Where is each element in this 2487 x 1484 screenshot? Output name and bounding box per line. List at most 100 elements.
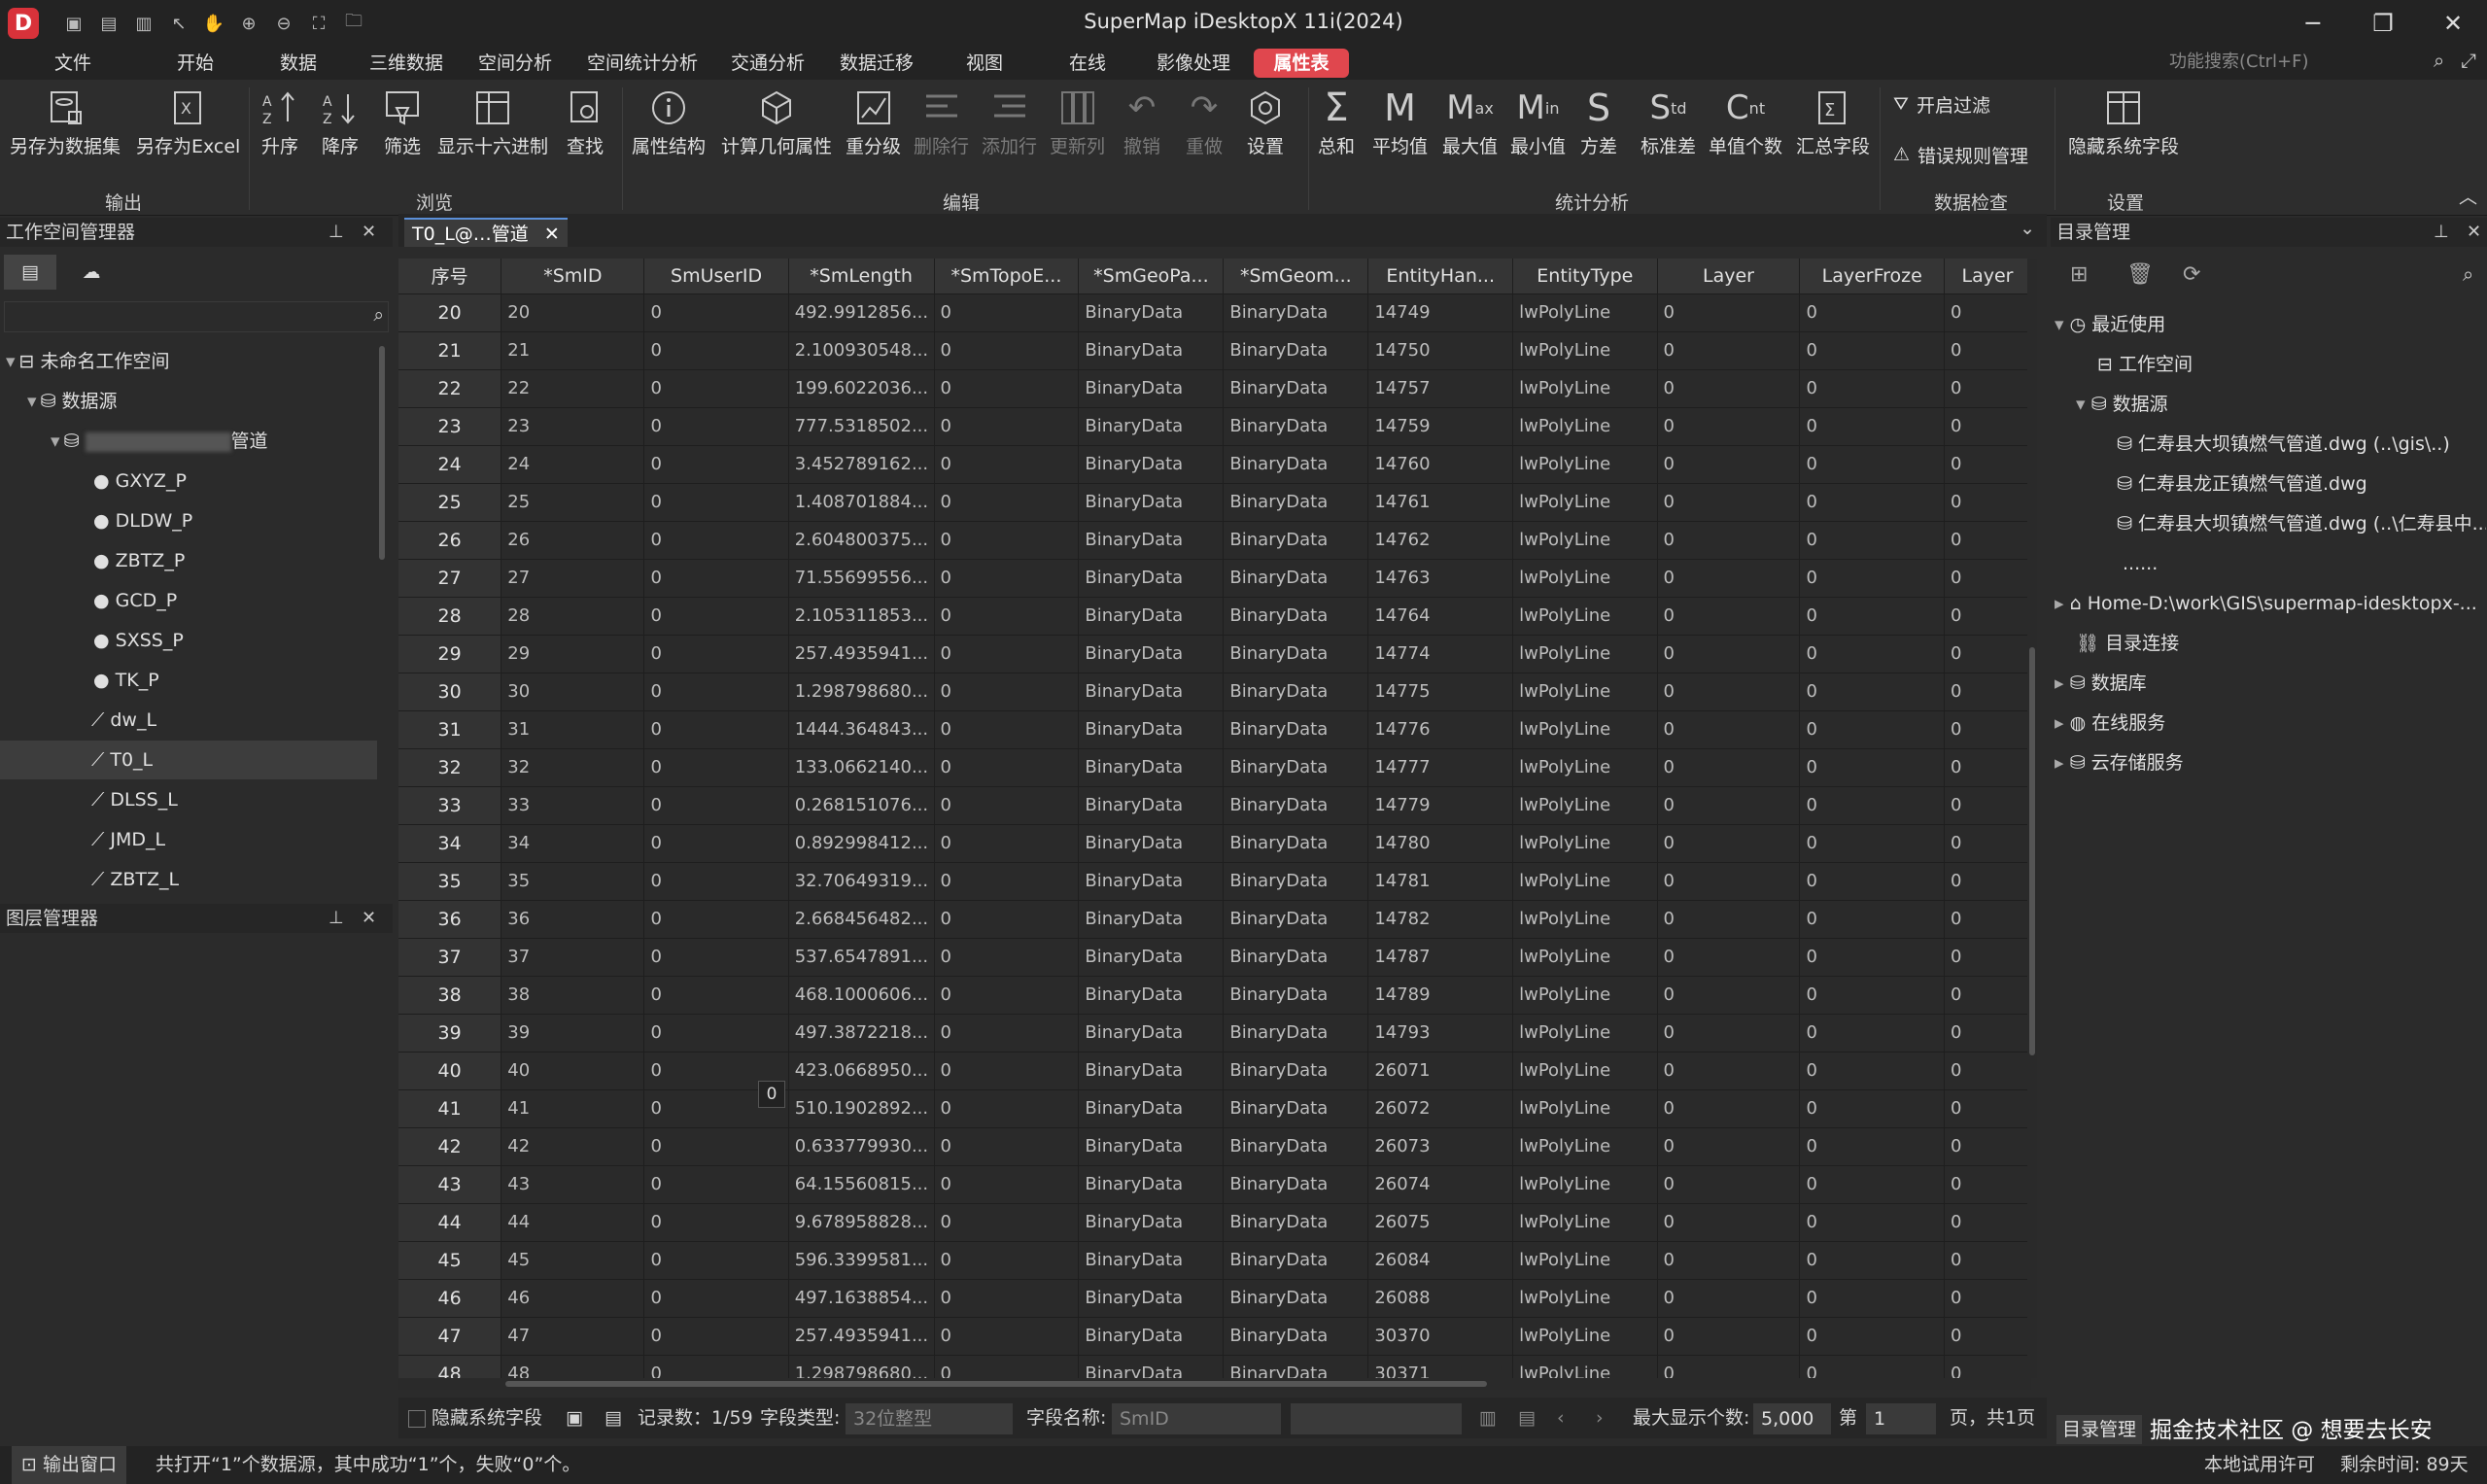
table-cell[interactable]: BinaryData [1223, 976, 1369, 1015]
summary-field-button[interactable]: Σ 汇总字段 [1796, 84, 1870, 171]
table-cell[interactable]: 0 [643, 597, 789, 636]
table-cell[interactable]: 30370 [1367, 1317, 1514, 1356]
zoom-in-icon[interactable]: ⊕ [235, 10, 262, 37]
table-cell[interactable]: 14781 [1367, 862, 1514, 901]
table-cell[interactable]: 35 [501, 862, 645, 901]
save-as-excel-button[interactable]: X 另存为Excel [136, 84, 240, 171]
table-cell[interactable]: 0 [934, 483, 1080, 522]
table-cell[interactable]: 41 [501, 1089, 645, 1128]
table-cell[interactable]: 14760 [1367, 445, 1514, 484]
table-cell[interactable]: 2.100930548... [788, 331, 935, 370]
menu-spatial-analysis[interactable]: 空间分析 [468, 49, 562, 78]
table-cell[interactable]: 0 [1657, 445, 1801, 484]
catalog-home[interactable]: ▸ ⌂ Home-D:\work\GIS\supermap-idesktopx-… [2055, 584, 2482, 623]
field-name-field[interactable]: SmID [1112, 1403, 1281, 1434]
table-cell[interactable]: 0 [934, 1089, 1080, 1128]
pin-icon[interactable]: ⊥ [2434, 218, 2449, 247]
save-as-dataset-button[interactable]: 另存为数据集 [10, 84, 121, 171]
table-cell[interactable]: 26072 [1367, 1089, 1514, 1128]
save-icon[interactable]: ▣ [60, 10, 87, 37]
table-cell[interactable]: lwPolyLine [1512, 483, 1658, 522]
table-row[interactable]: 31 31 0 1444.364843... 0 BinaryData BinaryData… [398, 710, 2031, 749]
table-cell[interactable]: 0 [1944, 483, 2031, 522]
table-row[interactable]: 25 25 0 1.408701884... 0 BinaryData BinaryData… [398, 483, 2031, 522]
table-cell[interactable]: BinaryData [1223, 293, 1369, 332]
table-cell[interactable]: 14787 [1367, 938, 1514, 977]
row-number-cell[interactable]: 23 [398, 407, 502, 446]
table-cell[interactable]: 26084 [1367, 1241, 1514, 1280]
table-cell[interactable]: 0 [1944, 673, 2031, 711]
table-cell[interactable]: 0 [1799, 1052, 1946, 1090]
close-icon[interactable]: ✕ [362, 218, 376, 247]
table-cell[interactable]: 71.55699556... [788, 559, 935, 598]
table-row[interactable]: 43 43 0 64.15560815... 0 BinaryData BinaryData… [398, 1165, 2031, 1204]
table-cell[interactable]: 0 [1944, 521, 2031, 560]
undo-button[interactable]: ↶ 撤销 [1123, 84, 1160, 171]
select-icon[interactable]: ↖ [165, 10, 192, 37]
expand-icon[interactable]: ⤢ [2461, 49, 2476, 72]
table-cell[interactable]: 0 [1657, 1052, 1801, 1090]
table-cell[interactable]: 14763 [1367, 559, 1514, 598]
table-cell[interactable]: 0 [643, 1317, 789, 1356]
table-cell[interactable]: 0 [934, 1203, 1080, 1242]
table-cell[interactable]: 0 [934, 635, 1080, 673]
table-cell[interactable]: BinaryData [1078, 938, 1225, 977]
max-button[interactable]: Max 最大值 [1442, 84, 1498, 171]
table-cell[interactable]: 0 [1799, 748, 1946, 787]
table-cell[interactable]: 0 [1944, 1089, 2031, 1128]
table-cell[interactable]: 0 [934, 1014, 1080, 1053]
table-cell[interactable]: 20 [501, 293, 645, 332]
row-number-cell[interactable]: 22 [398, 369, 502, 408]
table-cell[interactable]: 0 [1657, 1203, 1801, 1242]
table-cell[interactable]: 0 [1799, 445, 1946, 484]
table-cell[interactable]: 0 [643, 1203, 789, 1242]
column-header[interactable]: Layer [1944, 259, 2031, 294]
table-cell[interactable]: 26075 [1367, 1203, 1514, 1242]
table-cell[interactable]: 1.408701884... [788, 483, 935, 522]
minimize-icon[interactable]: ─ [2282, 4, 2344, 43]
table-cell[interactable]: 43 [501, 1165, 645, 1204]
table-cell[interactable]: 0 [934, 1317, 1080, 1356]
tree-dataset-line[interactable]: ⟋ ZBTZ_L [91, 860, 179, 896]
table-cell[interactable]: 23 [501, 407, 645, 446]
table-cell[interactable]: 0 [1799, 1165, 1946, 1204]
table-cell[interactable]: 0 [1944, 331, 2031, 370]
table-cell[interactable]: lwPolyLine [1512, 673, 1658, 711]
table-cell[interactable]: 14764 [1367, 597, 1514, 636]
table-cell[interactable]: 26 [501, 521, 645, 560]
table-cell[interactable]: BinaryData [1223, 673, 1369, 711]
table-cell[interactable]: 0 [1944, 1279, 2031, 1318]
delete-icon[interactable]: 🗑 [2126, 262, 2154, 287]
table-cell[interactable]: 0 [1944, 976, 2031, 1015]
table-cell[interactable]: BinaryData [1078, 710, 1225, 749]
table-cell[interactable]: 0 [1799, 710, 1946, 749]
catalog-database[interactable]: ▸ ⛁ 数据库 [2055, 664, 2147, 703]
table-cell[interactable]: 0 [1657, 824, 1801, 863]
table-cell[interactable]: 0 [1657, 1089, 1801, 1128]
add-row-button[interactable]: 添加行 [982, 84, 1037, 171]
close-window-icon[interactable]: ✕ [2422, 4, 2484, 43]
workspace-search-input[interactable]: ⌕ [4, 301, 389, 332]
column-header[interactable]: LayerFroze [1799, 259, 1946, 294]
table-cell[interactable]: 0 [643, 1279, 789, 1318]
table-cell[interactable]: 0 [643, 293, 789, 332]
table-cell[interactable]: lwPolyLine [1512, 445, 1658, 484]
table-cell[interactable]: BinaryData [1223, 1203, 1369, 1242]
column-header[interactable]: *SmLength [788, 259, 935, 294]
table-cell[interactable]: 0 [643, 938, 789, 977]
table-cell[interactable]: 0 [934, 1279, 1080, 1318]
table-cell[interactable]: 0 [934, 710, 1080, 749]
open-folder-icon[interactable]: 🗀 [340, 10, 367, 37]
table-cell[interactable]: 1444.364843... [788, 710, 935, 749]
hide-system-fields-checkbox[interactable]: 隐藏系统字段 [408, 1398, 542, 1438]
row-number-cell[interactable]: 28 [398, 597, 502, 636]
tree-workspace[interactable]: ▾ ⊟ 未命名工作空间 [0, 342, 377, 381]
table-cell[interactable]: 0 [1657, 1279, 1801, 1318]
table-cell[interactable]: BinaryData [1078, 331, 1225, 370]
table-cell[interactable]: 0 [1657, 1014, 1801, 1053]
column-header[interactable]: *SmTopoE... [934, 259, 1080, 294]
row-number-cell[interactable]: 29 [398, 635, 502, 673]
table-cell[interactable]: lwPolyLine [1512, 1355, 1658, 1378]
table-cell[interactable]: 0 [1657, 407, 1801, 446]
table-cell[interactable]: 0 [934, 900, 1080, 939]
